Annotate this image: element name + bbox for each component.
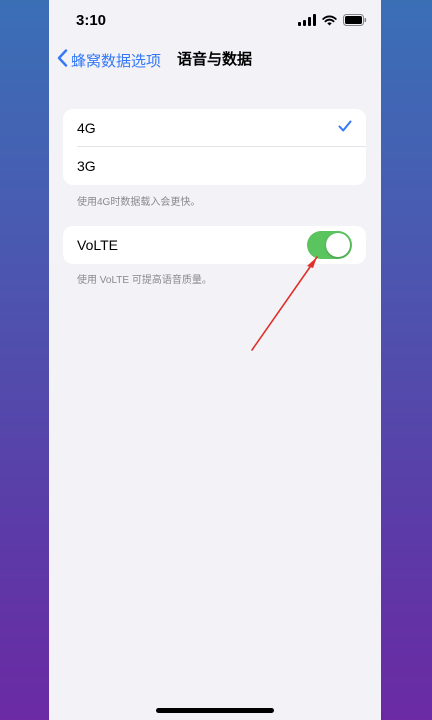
volte-row: VoLTE (63, 226, 366, 264)
option-4g[interactable]: 4G (63, 109, 366, 147)
option-3g-label: 3G (77, 158, 96, 174)
volte-group: VoLTE (63, 226, 366, 264)
volte-label: VoLTE (77, 237, 118, 253)
phone-screen: 3:10 蜂窝数据选项 语音与数据 4G 3G 使用4G时数据载入会更快。 Vo… (49, 0, 381, 720)
toggle-knob (326, 233, 350, 257)
option-4g-label: 4G (77, 120, 96, 136)
battery-icon (343, 14, 367, 26)
volte-footnote: 使用 VoLTE 可提高语音质量。 (77, 275, 212, 286)
checkmark-icon (338, 119, 352, 138)
chevron-left-icon (57, 48, 68, 72)
wifi-icon (322, 15, 337, 26)
volte-toggle[interactable] (307, 231, 352, 259)
annotation-arrow (251, 256, 318, 351)
back-button[interactable]: 蜂窝数据选项 (57, 46, 161, 74)
home-indicator[interactable] (156, 708, 274, 713)
status-bar: 3:10 (49, 0, 381, 40)
page-title: 语音与数据 (177, 51, 253, 68)
network-footnote: 使用4G时数据载入会更快。 (77, 197, 201, 208)
option-3g[interactable]: 3G (63, 147, 366, 185)
status-icons (298, 14, 367, 26)
navigation-bar: 蜂窝数据选项 语音与数据 (49, 46, 381, 74)
status-time: 3:10 (76, 12, 107, 29)
back-button-label: 蜂窝数据选项 (71, 52, 162, 70)
network-options-group: 4G 3G (63, 109, 366, 185)
signal-icon (298, 14, 316, 26)
